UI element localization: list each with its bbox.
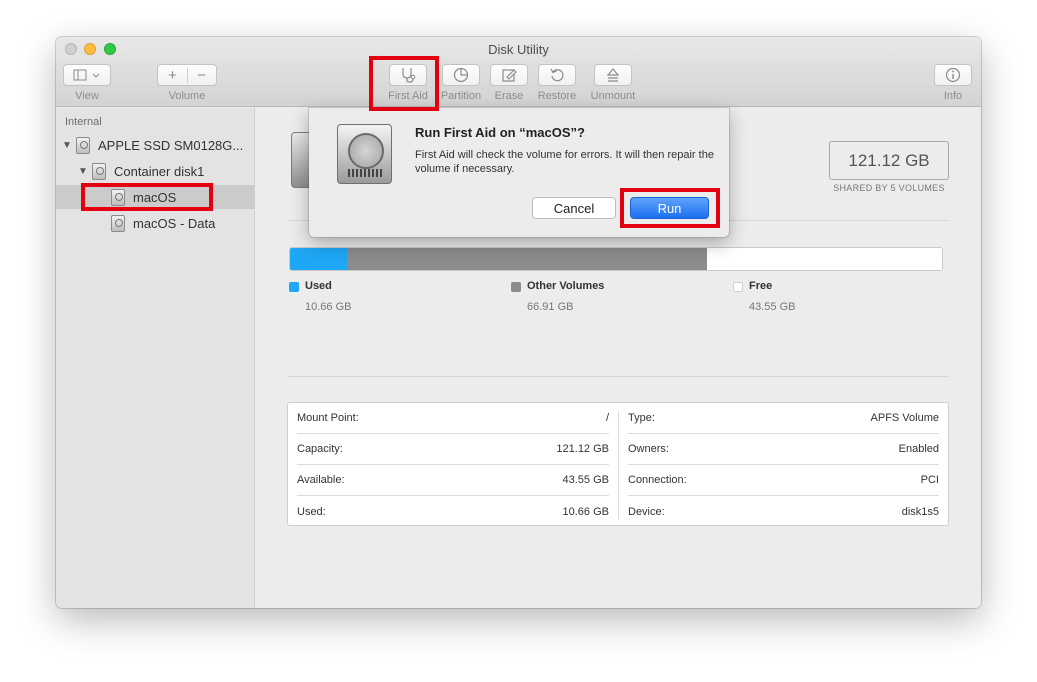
legend-name: Free <box>749 280 773 292</box>
hard-drive-icon <box>337 124 392 184</box>
dialog-message: First Aid will check the volume for erro… <box>415 149 714 175</box>
legend-value: 10.66 GB <box>305 301 352 313</box>
sidebar-view-icon <box>73 69 100 81</box>
legend-value: 66.91 GB <box>527 301 574 313</box>
info-row-type: Type: APFS Volume <box>628 403 939 434</box>
info-row-device: Device: disk1s5 <box>628 496 939 527</box>
legend-swatch-free <box>733 282 743 292</box>
capacity-badge: 121.12 GB <box>829 141 949 180</box>
sidebar-item-label: macOS - Data <box>133 215 216 231</box>
info-value: 43.55 GB <box>562 474 609 486</box>
sidebar-item-label: APPLE SSD SM0128G... <box>98 137 244 153</box>
info-row-capacity: Capacity: 121.12 GB <box>297 434 609 465</box>
info-label: Connection: <box>628 474 687 486</box>
volume-label: Volume <box>168 90 206 102</box>
info-value: / <box>605 412 609 424</box>
info-value: 121.12 GB <box>556 443 609 455</box>
partition-pie-icon <box>453 67 469 83</box>
segment-divider <box>187 68 188 83</box>
usage-bar <box>289 247 943 271</box>
info-value: PCI <box>920 474 939 486</box>
info-label: Device: <box>628 505 665 518</box>
container-disk-icon <box>92 162 106 180</box>
info-label: Available: <box>297 474 345 486</box>
info-label: Type: <box>628 412 655 424</box>
highlight-macos-volume <box>81 183 213 211</box>
toolbar: Disk Utility View + − Volume First Aid P… <box>56 37 981 107</box>
remove-volume-button[interactable]: − <box>187 67 216 84</box>
restore-arrow-icon <box>550 68 564 82</box>
unmount-label: Unmount <box>590 90 636 102</box>
legend-swatch-other <box>511 282 521 292</box>
erase-pencil-icon <box>502 69 517 82</box>
cancel-button[interactable]: Cancel <box>532 197 616 219</box>
highlight-first-aid <box>369 56 439 111</box>
info-row-connection: Connection: PCI <box>628 465 939 496</box>
info-row-used: Used: 10.66 GB <box>297 496 609 527</box>
unmount-button[interactable] <box>594 64 632 86</box>
sidebar-section-internal: Internal <box>65 116 102 128</box>
legend-swatch-used <box>289 282 299 292</box>
legend-name: Other Volumes <box>527 280 605 292</box>
disclosure-triangle-icon[interactable]: ▼ <box>62 140 76 151</box>
volume-info-table: Mount Point: / Capacity: 121.12 GB Avail… <box>287 402 949 526</box>
column-divider <box>618 411 619 519</box>
info-value: disk1s5 <box>901 505 939 518</box>
legend-name: Used <box>305 280 332 292</box>
dialog-title: Run First Aid on “macOS”? <box>415 125 585 140</box>
info-value: Enabled <box>898 443 939 455</box>
divider <box>287 376 949 377</box>
capacity-subtitle: SHARED BY 5 VOLUMES <box>833 183 945 193</box>
highlight-run-button <box>620 188 720 228</box>
restore-button[interactable] <box>538 64 576 86</box>
usage-segment-other-volumes <box>347 248 707 270</box>
volume-segmented-control: + − <box>157 64 217 86</box>
view-label: View <box>75 90 99 102</box>
erase-button[interactable] <box>490 64 528 86</box>
disclosure-triangle-icon[interactable]: ▼ <box>78 166 92 177</box>
info-row-owners: Owners: Enabled <box>628 434 939 465</box>
info-row-mount-point: Mount Point: / <box>297 403 609 434</box>
info-button[interactable] <box>934 64 972 86</box>
info-value: APFS Volume <box>870 412 939 424</box>
sidebar-item-container-disk1[interactable]: ▼ Container disk1 <box>56 159 255 183</box>
hard-disk-icon <box>76 136 90 154</box>
legend-value: 43.55 GB <box>749 301 796 313</box>
info-label: Used: <box>297 505 326 518</box>
add-volume-button[interactable]: + <box>158 67 187 84</box>
sidebar-item-label: Container disk1 <box>114 163 205 179</box>
view-button[interactable] <box>63 64 111 86</box>
info-label: Capacity: <box>297 443 343 455</box>
info-label: Info <box>943 90 963 102</box>
restore-label: Restore <box>537 90 577 102</box>
usage-segment-used <box>290 248 347 270</box>
eject-icon <box>606 68 620 82</box>
volume-disk-icon <box>111 214 125 232</box>
info-icon <box>945 67 961 83</box>
sidebar-item-apple-ssd[interactable]: ▼ APPLE SSD SM0128G... <box>56 133 255 157</box>
partition-button[interactable] <box>442 64 480 86</box>
window-title: Disk Utility <box>488 42 549 57</box>
usage-segment-free <box>707 248 942 270</box>
info-row-available: Available: 43.55 GB <box>297 465 609 496</box>
info-label: Mount Point: <box>297 412 359 424</box>
sidebar-item-macos-data[interactable]: macOS - Data <box>56 211 255 235</box>
info-value: 10.66 GB <box>562 505 609 518</box>
info-label: Owners: <box>628 443 669 455</box>
